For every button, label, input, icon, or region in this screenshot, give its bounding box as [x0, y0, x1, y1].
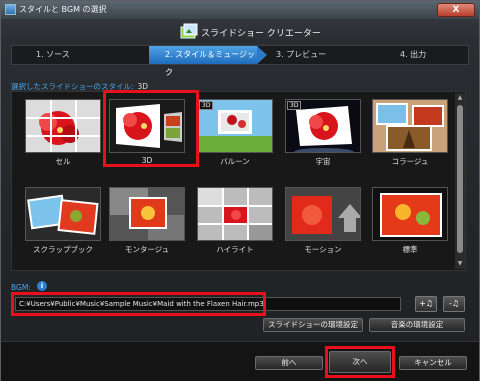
title-bar: スタイルと BGM の選択 X	[1, 1, 479, 19]
app-title: スライドショー クリエーター	[201, 29, 321, 39]
scroll-down-icon[interactable]: ▼	[456, 260, 464, 268]
slideshow-dialog: スタイルと BGM の選択 X スライドショー クリエーター 1. ソース 2.…	[0, 0, 480, 381]
music-settings-button[interactable]: 音楽の環境設定	[369, 318, 465, 332]
slideshow-settings-button[interactable]: スライドショーの環境設定	[263, 318, 363, 332]
style-name: コラージュ	[391, 157, 429, 166]
style-name: モンタージュ	[124, 245, 170, 254]
close-button[interactable]: X	[437, 3, 475, 17]
window-title: スタイルと BGM の選択	[19, 5, 107, 14]
step-source: 1. ソース	[36, 50, 70, 59]
app-icon	[5, 4, 16, 15]
info-icon[interactable]: i	[37, 281, 47, 291]
style-item-collage[interactable]: コラージュ	[372, 99, 448, 171]
style-grid-scrollbar[interactable]: ▲ ▼	[455, 93, 465, 269]
slideshow-creator-logo	[180, 23, 198, 39]
step-preview: 3. プレビュー	[276, 50, 327, 59]
style-name: スクラップブック	[33, 245, 93, 254]
style-thumbnail	[285, 187, 361, 241]
style-thumbnail	[372, 187, 448, 241]
scroll-up-icon[interactable]: ▲	[456, 94, 464, 102]
style-item-balloon[interactable]: 3D バルーン	[197, 99, 273, 171]
style-thumbnail	[372, 99, 448, 153]
style-item-highlight[interactable]: ハイライト	[197, 187, 273, 259]
back-button[interactable]: 前へ	[255, 356, 323, 370]
badge-3d: 3D	[287, 101, 302, 110]
next-button-highlight	[325, 346, 395, 378]
style-thumbnail	[109, 187, 185, 241]
style-item-scrapbook[interactable]: スクラップブック	[25, 187, 101, 259]
style-item-space[interactable]: 3D 宇宙	[285, 99, 361, 171]
style-item-motion[interactable]: モーション	[285, 187, 361, 259]
style-name: 宇宙	[315, 157, 331, 166]
style-thumbnail: 3D	[197, 99, 273, 153]
style-item-standard[interactable]: 標準	[372, 187, 448, 259]
bgm-label: BGM:	[11, 283, 31, 292]
style-name: セル	[55, 157, 71, 166]
style-name: バルーン	[220, 157, 250, 166]
style-thumbnail: 3D	[285, 99, 361, 153]
style-item-cel[interactable]: セル	[25, 99, 101, 171]
cancel-button[interactable]: キャンセル	[399, 356, 467, 370]
style-item-montage[interactable]: モンタージュ	[109, 187, 185, 259]
style-name: モーション	[304, 245, 342, 254]
bgm-field-highlight	[11, 292, 266, 316]
scrollbar-thumb[interactable]	[457, 105, 463, 253]
style-name: ハイライト	[216, 245, 254, 254]
selection-highlight-3d	[103, 90, 199, 167]
style-thumbnail	[25, 187, 101, 241]
badge-3d: 3D	[199, 101, 214, 110]
step-output: 4. 出力	[400, 50, 427, 59]
step-arrow	[257, 46, 267, 64]
app-header: スライドショー クリエーター	[1, 19, 479, 45]
style-thumbnail	[25, 99, 101, 153]
wizard-steps: 1. ソース 2. スタイル＆ミュージック 3. プレビュー 4. 出力	[11, 45, 469, 77]
style-thumbnail	[197, 187, 273, 241]
style-name: 標準	[402, 245, 418, 254]
add-music-button[interactable]: +♫	[415, 296, 437, 312]
remove-music-button[interactable]: -♫	[443, 296, 465, 312]
step-style-music: 2. スタイル＆ミュージック	[149, 46, 257, 77]
